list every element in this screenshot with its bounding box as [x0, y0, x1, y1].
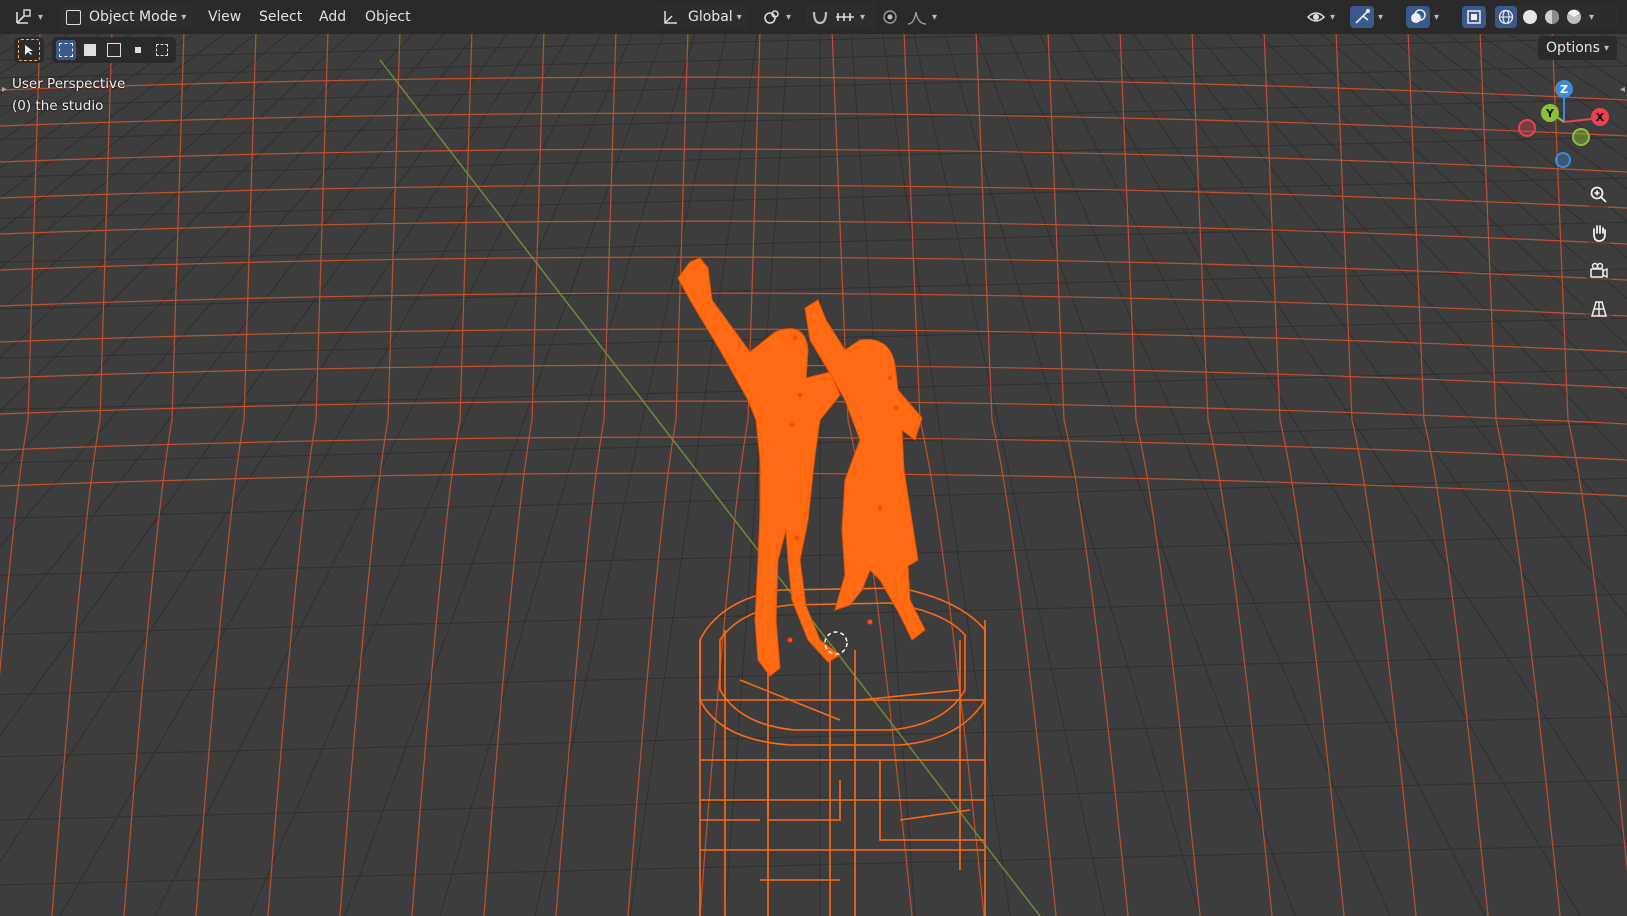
hand-icon [1593, 225, 1606, 242]
transform-orientation-dropdown[interactable]: Global ▾ [656, 5, 748, 29]
select-set-icon[interactable] [56, 40, 76, 60]
gizmo-x-axis[interactable]: X [1591, 108, 1609, 126]
selection-mode-group [52, 37, 176, 63]
gizmo-y-axis[interactable]: Y [1541, 104, 1559, 122]
options-dropdown[interactable]: Options ▾ [1537, 36, 1617, 60]
zoom-button[interactable] [1584, 180, 1614, 210]
viewport-header: ▾ Object Mode ▾ View Select Add Object G… [0, 0, 1627, 34]
xray-icon [1467, 10, 1481, 24]
chevron-down-icon: ▾ [736, 11, 742, 23]
orientation-label: Global [688, 9, 733, 25]
editor-type-icon [16, 9, 31, 24]
select-invert-icon[interactable] [128, 40, 148, 60]
options-label: Options [1545, 40, 1600, 56]
zoom-icon [1590, 186, 1607, 203]
tool-settings-row [14, 36, 176, 64]
chevron-down-icon: ▾ [860, 11, 866, 23]
pan-button[interactable] [1584, 218, 1614, 248]
chevron-down-icon: ▾ [932, 11, 938, 23]
active-tool[interactable] [14, 37, 44, 63]
menu-object[interactable]: Object [359, 5, 417, 29]
gizmo-toggle[interactable]: ▾ [1350, 5, 1400, 29]
solid-sphere-icon[interactable] [1519, 8, 1541, 26]
camera-view-button[interactable] [1584, 256, 1614, 286]
chevron-down-icon: ▾ [1330, 11, 1336, 23]
sidebar-expand-arrow[interactable]: ◂ [1620, 84, 1625, 95]
visibility-dropdown[interactable]: ▾ [1306, 5, 1344, 29]
mode-dropdown[interactable]: Object Mode ▾ [60, 5, 193, 29]
gizmo-icon [1355, 9, 1370, 24]
magnet-icon [812, 11, 828, 25]
overlays-icon [1411, 9, 1426, 23]
wireframe-sphere-icon [1498, 9, 1514, 25]
shading-modes[interactable]: ▾ [1492, 5, 1618, 29]
collection-info: (0) the studio [12, 98, 104, 114]
chevron-down-icon: ▾ [1378, 11, 1384, 23]
menu-view[interactable]: View [202, 5, 247, 29]
gizmo-neg-z-axis[interactable] [1555, 152, 1571, 168]
gizmo-z-axis[interactable]: Z [1555, 80, 1573, 98]
chevron-down-icon: ▾ [1434, 11, 1440, 23]
proportional-editing[interactable]: ▾ [880, 5, 940, 29]
pivot-icon [764, 10, 779, 24]
select-subtract-icon[interactable] [104, 40, 124, 60]
chevron-down-icon: ▾ [1603, 42, 1609, 54]
pivot-point-dropdown[interactable]: ▾ [762, 5, 800, 29]
object-mode-icon [66, 9, 81, 25]
mode-label: Object Mode [89, 9, 178, 25]
editor-type-button[interactable]: ▾ [14, 5, 50, 29]
gizmo-neg-y-axis[interactable] [1572, 128, 1590, 146]
wireframe-shading-button[interactable] [1495, 6, 1517, 28]
chevron-down-icon: ▾ [38, 11, 44, 23]
overlays-toggle[interactable]: ▾ [1406, 5, 1456, 29]
snap-increment-icon [836, 13, 854, 21]
snapping-group[interactable]: ▾ [806, 5, 876, 29]
chevron-down-icon: ▾ [786, 11, 792, 23]
select-extend-icon[interactable] [80, 40, 100, 60]
toolbar-expand-arrow[interactable]: ▸ [2, 84, 7, 95]
eye-icon [1306, 12, 1326, 22]
xray-toggle[interactable] [1462, 5, 1488, 29]
viewport-canvas[interactable] [0, 0, 1627, 916]
chevron-down-icon: ▾ [181, 11, 187, 23]
gizmo-neg-x-axis[interactable] [1518, 119, 1536, 137]
ortho-toggle-button[interactable] [1584, 294, 1614, 324]
menu-select[interactable]: Select [253, 5, 308, 29]
ortho-grid-icon [1591, 301, 1607, 317]
select-intersect-icon[interactable] [152, 40, 172, 60]
select-tool-icon[interactable] [18, 39, 40, 61]
falloff-curve-icon [907, 11, 927, 25]
chevron-down-icon: ▾ [1589, 11, 1595, 23]
menu-add[interactable]: Add [313, 5, 352, 29]
proportional-edit-icon [883, 10, 897, 24]
rendered-sphere-icon[interactable] [1563, 8, 1585, 26]
camera-icon [1590, 262, 1608, 279]
orientation-axes-icon [664, 11, 677, 24]
navigation-gizmo[interactable]: Z X Y [1518, 78, 1618, 178]
view-name: User Perspective [12, 76, 126, 92]
material-sphere-icon[interactable] [1541, 8, 1563, 26]
